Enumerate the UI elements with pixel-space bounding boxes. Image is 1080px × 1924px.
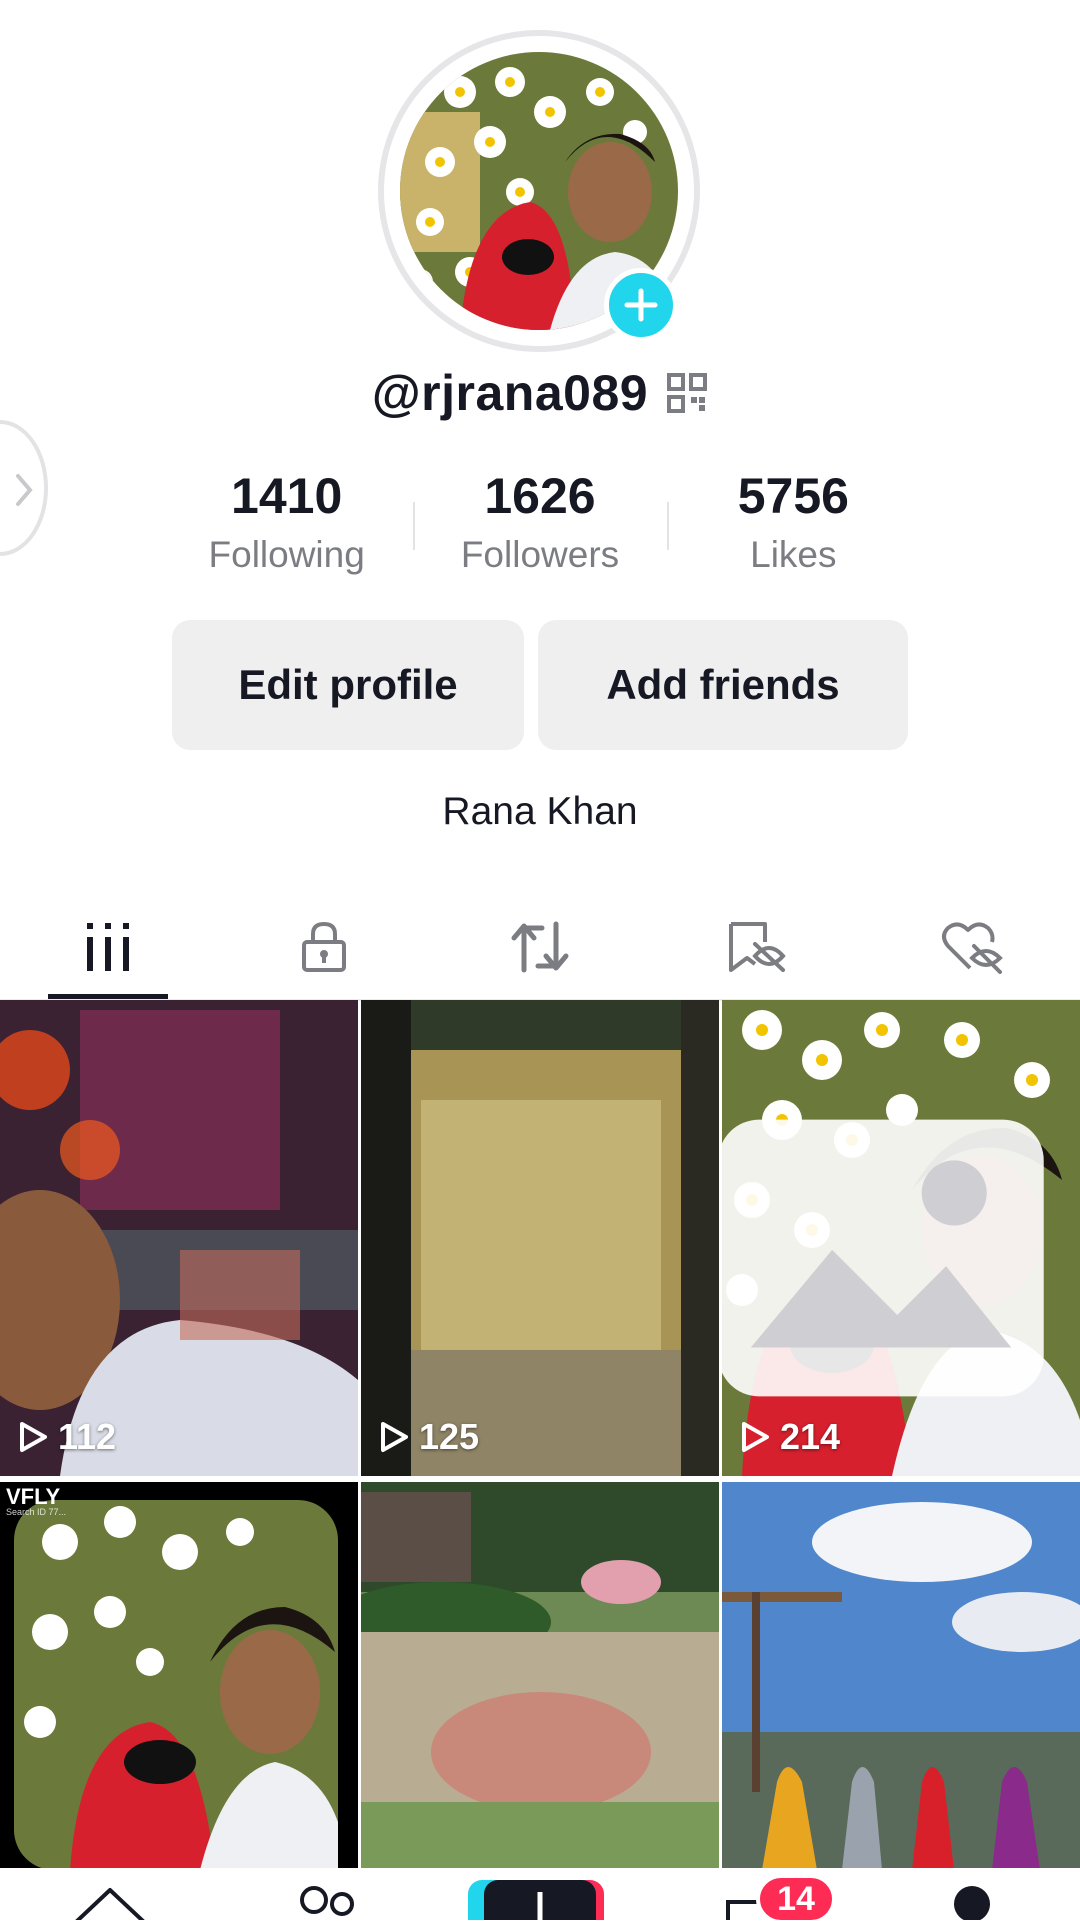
add-friends-button[interactable]: Add friends (538, 620, 908, 750)
likes-label: Likes (750, 534, 837, 575)
home-icon[interactable] (70, 1882, 150, 1920)
stat-likes[interactable]: 5756 Likes (666, 462, 920, 592)
video-thumbnail[interactable]: 112 (0, 1000, 358, 1476)
repost-icon (511, 921, 569, 973)
display-name: Rana Khan (442, 790, 638, 833)
video-grid: 112 125 214 VFLY Search ID 77... (0, 1000, 1080, 1870)
chevron-right-icon (16, 474, 33, 506)
bookmark-hidden-icon (729, 922, 786, 972)
view-count-text: 112 (58, 1416, 117, 1457)
vfly-watermark: VFLY Search ID 77... (6, 1484, 67, 1517)
tab-reposts[interactable] (432, 895, 648, 999)
side-drawer-handle[interactable] (0, 420, 48, 556)
likes-count: 5756 (737, 468, 849, 524)
tab-videos[interactable] (0, 895, 216, 999)
lock-icon (302, 921, 346, 972)
plus-icon (537, 1892, 543, 1920)
play-icon (20, 1422, 47, 1452)
friends-icon[interactable] (292, 1882, 362, 1920)
username: @rjrana089 (371, 365, 649, 421)
stat-following[interactable]: 1410 Following (160, 462, 413, 592)
create-button[interactable] (468, 1880, 604, 1920)
photo-thumbnail[interactable]: 214 (722, 1000, 1080, 1476)
inbox-badge: 14 (756, 1874, 836, 1924)
video-thumbnail[interactable]: VFLY Search ID 77... (0, 1482, 358, 1870)
active-tab-indicator (48, 994, 168, 999)
view-count: 112 (18, 1416, 116, 1458)
view-count-text: 125 (419, 1416, 480, 1457)
video-thumbnail[interactable] (361, 1482, 719, 1870)
profile-tabs (0, 895, 1080, 1001)
add-story-button[interactable] (604, 268, 678, 342)
edit-profile-button[interactable]: Edit profile (172, 620, 524, 750)
profile-stats: 1410 Following 1626 Followers 5756 Likes (160, 462, 920, 592)
play-icon (381, 1422, 408, 1452)
video-thumbnail[interactable] (722, 1482, 1080, 1870)
divider (413, 502, 416, 550)
following-label: Following (208, 534, 365, 575)
tab-private[interactable] (216, 895, 432, 999)
view-count-text: 214 (780, 1416, 841, 1457)
grid-icon (87, 923, 129, 971)
plus-icon (624, 288, 658, 322)
heart-hidden-icon (942, 922, 1003, 974)
username-row: @rjrana089 (0, 358, 1080, 428)
followers-count: 1626 (484, 468, 596, 524)
profile-icon[interactable] (950, 1882, 994, 1920)
play-icon (742, 1422, 769, 1452)
bottom-nav (0, 1868, 1080, 1920)
photo-icon (722, 1119, 1044, 1397)
following-count: 1410 (231, 468, 343, 524)
stat-followers[interactable]: 1626 Followers (413, 462, 666, 592)
video-thumbnail[interactable]: 125 (361, 1000, 719, 1476)
tab-liked[interactable] (864, 895, 1080, 999)
view-count: 214 (740, 1416, 840, 1458)
view-count: 125 (379, 1416, 479, 1458)
qr-code-icon[interactable] (666, 372, 708, 414)
followers-label: Followers (460, 534, 620, 575)
tab-favorites[interactable] (648, 895, 864, 999)
divider (666, 502, 669, 550)
